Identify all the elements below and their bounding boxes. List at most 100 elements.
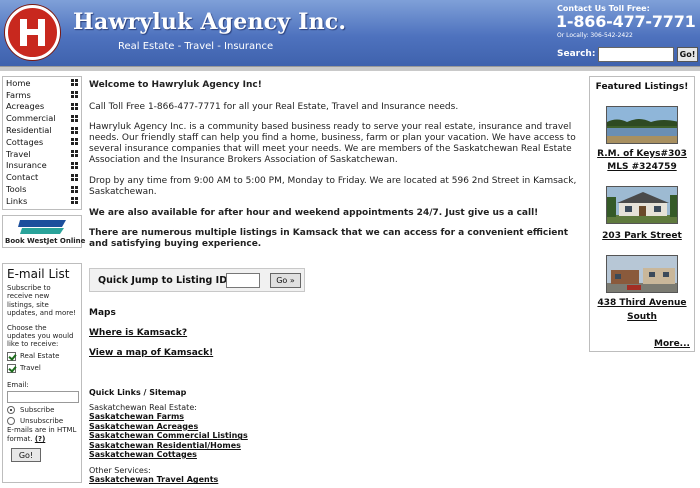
westjet-banner[interactable]: Book WestJet Online — [2, 215, 85, 248]
site-tagline: Real Estate - Travel - Insurance — [118, 41, 274, 52]
search-go-button[interactable]: Go! — [677, 47, 698, 62]
listing-3-subtitle[interactable]: South — [590, 311, 694, 323]
grid-icon — [71, 150, 78, 158]
maps-heading: Maps — [89, 308, 116, 318]
saskatchewan-travel-agents-link[interactable]: Saskatchewan Travel Agents — [89, 475, 218, 484]
search-input[interactable] — [598, 47, 674, 62]
field-photo-icon — [607, 107, 677, 143]
email-field[interactable] — [7, 391, 79, 404]
agency-logo[interactable] — [5, 5, 60, 60]
nav-item-label[interactable]: Contact — [6, 172, 38, 182]
nav-item-label[interactable]: Cottages — [6, 137, 43, 147]
grid-icon — [71, 91, 78, 99]
listing-3-title[interactable]: 438 Third Avenue — [590, 297, 694, 309]
other-services-heading: Other Services: — [89, 466, 151, 475]
nav-item-acreages[interactable]: Acreages — [3, 101, 81, 113]
saskatchewan-residential-link[interactable]: Saskatchewan Residential/Homes — [89, 441, 248, 450]
nav-item-residential[interactable]: Residential — [3, 124, 81, 136]
grid-icon — [71, 185, 78, 193]
nav-item-label[interactable]: Home — [6, 78, 31, 88]
nav-item-commercial[interactable]: Commercial — [3, 112, 81, 124]
house-photo-icon — [607, 187, 677, 223]
saskatchewan-commercial-link[interactable]: Saskatchewan Commercial Listings — [89, 431, 248, 440]
nav-item-links[interactable]: Links — [3, 195, 81, 207]
listing-2-title[interactable]: 203 Park Street — [590, 230, 694, 242]
nav-item-label[interactable]: Links — [6, 196, 27, 206]
nav-item-label[interactable]: Travel — [6, 149, 31, 159]
real-estate-checkbox[interactable] — [7, 351, 16, 361]
grid-icon — [71, 79, 78, 87]
local-phone: Or Locally: 306-542-2422 — [557, 32, 633, 39]
about-text: Hawryluk Agency Inc. is a community base… — [89, 122, 576, 165]
listing-id-input[interactable] — [226, 273, 260, 288]
nav-item-contact[interactable]: Contact — [3, 171, 81, 183]
grid-icon — [71, 197, 78, 205]
subscribe-radio[interactable] — [7, 406, 15, 415]
travel-checkbox[interactable] — [7, 363, 16, 373]
welcome-heading: Welcome to Hawryluk Agency Inc! — [89, 80, 262, 90]
format-help-link[interactable]: (?) — [35, 435, 45, 443]
view-map-link[interactable]: View a map of Kamsack! — [89, 348, 213, 358]
email-choose-text: Choose the updates you would like to rec… — [7, 323, 74, 349]
quick-links-heading: Quick Links / Sitemap — [89, 388, 187, 397]
nav-item-label[interactable]: Farms — [6, 90, 31, 100]
quick-jump-box: Quick Jump to Listing ID: Go » — [89, 268, 305, 292]
saskatchewan-cottages-link[interactable]: Saskatchewan Cottages — [89, 450, 248, 459]
listing-1-mls[interactable]: MLS #324759 — [590, 161, 694, 173]
featured-listings-panel: Featured Listings! R.M. of Keys#303 MLS … — [589, 76, 695, 352]
travel-option-label: Travel — [20, 364, 41, 373]
subscribe-option[interactable]: Subscribe — [7, 406, 77, 415]
nav-item-cottages[interactable]: Cottages — [3, 136, 81, 148]
listing-photo-2[interactable] — [606, 186, 678, 224]
nav-item-tools[interactable]: Tools — [3, 183, 81, 195]
email-list-title: E-mail List — [7, 267, 70, 281]
westjet-caption[interactable]: Book WestJet Online — [5, 237, 85, 245]
nav-item-farms[interactable]: Farms — [3, 89, 81, 101]
nav-item-label[interactable]: Residential — [6, 125, 52, 135]
email-signup-panel: E-mail List Subscribe to receive new lis… — [2, 263, 82, 483]
grid-icon — [71, 138, 78, 146]
unsubscribe-label: Unsubscribe — [20, 417, 64, 426]
search-label: Search: — [557, 49, 596, 59]
toll-free-phone: 1-866-477-7771 — [556, 12, 696, 31]
quick-jump-go-button[interactable]: Go » — [270, 273, 301, 288]
saskatchewan-acreages-link[interactable]: Saskatchewan Acreages — [89, 422, 248, 431]
where-is-kamsack-link[interactable]: Where is Kamsack? — [89, 328, 187, 338]
nav-item-label[interactable]: Insurance — [6, 160, 47, 170]
grid-icon — [71, 161, 78, 169]
nav-item-home[interactable]: Home — [3, 77, 81, 89]
featured-title: Featured Listings! — [595, 82, 689, 92]
nav-item-label[interactable]: Commercial — [6, 113, 56, 123]
logo-h-icon — [19, 19, 46, 46]
real-estate-links: Saskatchewan Real Estate: Saskatchewan F… — [89, 403, 248, 459]
real-estate-option-label: Real Estate — [20, 352, 60, 361]
grid-icon — [71, 114, 78, 122]
email-label: Email: — [7, 380, 29, 389]
other-services-links: Other Services: Saskatchewan Travel Agen… — [89, 466, 218, 485]
westjet-logo-icon — [18, 220, 66, 234]
site-title: Hawryluk Agency Inc. — [73, 9, 347, 35]
email-go-button[interactable]: Go! — [11, 448, 41, 463]
email-intro: Subscribe to receive new listings, site … — [7, 284, 77, 318]
main-content: Welcome to Hawryluk Agency Inc! Call Tol… — [89, 80, 587, 250]
travel-option[interactable]: Travel — [7, 363, 77, 373]
subscribe-label: Subscribe — [20, 406, 55, 415]
listing-photo-3[interactable] — [606, 255, 678, 293]
nav-item-insurance[interactable]: Insurance — [3, 160, 81, 172]
header-divider — [0, 66, 700, 71]
after-hours-text: We are also available for after hour and… — [89, 208, 539, 218]
nav-item-label[interactable]: Acreages — [6, 101, 44, 111]
real-estate-option[interactable]: Real Estate — [7, 351, 77, 361]
left-nav: Home Farms Acreages Commercial Residenti… — [2, 76, 82, 210]
saskatchewan-farms-link[interactable]: Saskatchewan Farms — [89, 412, 248, 421]
unsubscribe-radio[interactable] — [7, 417, 15, 426]
hours-text: Drop by any time from 9:00 AM to 5:00 PM… — [89, 176, 577, 197]
listing-photo-1[interactable] — [606, 106, 678, 144]
grid-icon — [71, 126, 78, 134]
nav-item-travel[interactable]: Travel — [3, 148, 81, 160]
nav-item-label[interactable]: Tools — [6, 184, 26, 194]
toll-free-text: Call Toll Free 1-866-477-7771 for all yo… — [89, 102, 459, 112]
more-listings-link[interactable]: More... — [654, 339, 690, 349]
listing-1-title[interactable]: R.M. of Keys#303 — [590, 148, 694, 160]
unsubscribe-option[interactable]: Unsubscribe — [7, 417, 77, 426]
